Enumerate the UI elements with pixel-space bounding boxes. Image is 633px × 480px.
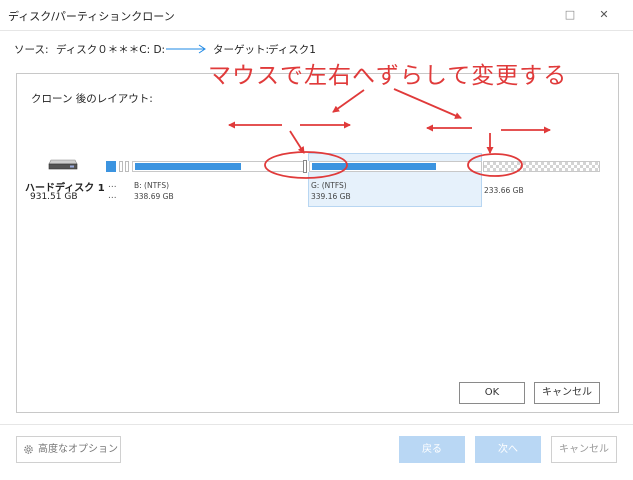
next-button[interactable]: 次へ [475,436,541,463]
arrow-down-left-icon [332,89,365,113]
arrow-down-right-icon [393,88,462,119]
footer-divider [0,424,633,425]
ok-button[interactable]: OK [459,382,525,404]
cancel-button[interactable]: キャンセル [534,382,600,404]
advanced-options-label: 高度なオプション [38,444,118,455]
annotation-arrows [228,88,551,179]
highlight-circle-2 [467,153,523,177]
highlight-circle-1 [264,151,348,179]
footer-cancel-button[interactable]: キャンセル [551,436,617,463]
arrow-down-icon [289,130,305,154]
gear-icon [24,444,33,454]
back-button[interactable]: 戻る [399,436,465,463]
advanced-options-button[interactable]: 高度なオプション [16,436,121,463]
